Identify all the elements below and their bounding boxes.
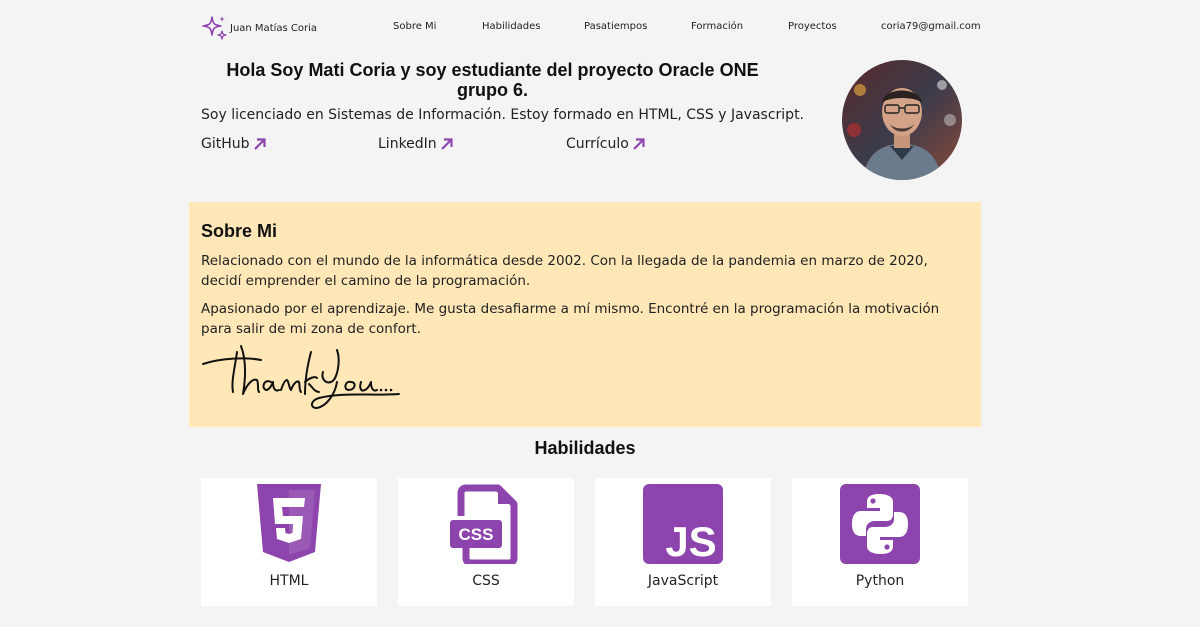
curriculo-link-label: Currículo bbox=[566, 136, 629, 152]
python-icon bbox=[840, 484, 920, 564]
brand-name: Juan Matías Coria bbox=[230, 22, 318, 34]
linkedin-link[interactable]: LinkedIn bbox=[378, 136, 454, 152]
skill-card-html[interactable]: HTML bbox=[201, 478, 377, 606]
portfolio-page: Juan Matías Coria Sobre Mi Habilidades P… bbox=[0, 0, 1200, 627]
about-paragraph-2: Apasionado por el aprendizaje. Me gusta … bbox=[201, 301, 940, 337]
skill-card-python[interactable]: Python bbox=[792, 478, 968, 606]
linkedin-link-label: LinkedIn bbox=[378, 136, 437, 152]
hero-title: Hola Soy Mati Coria y soy estudiante del… bbox=[226, 60, 759, 100]
skill-label-javascript: JavaScript bbox=[647, 573, 719, 589]
html5-icon bbox=[249, 484, 329, 564]
about-section: Sobre Mi Relacionado con el mundo de la … bbox=[189, 202, 981, 427]
skill-label-html: HTML bbox=[269, 573, 309, 589]
skill-card-css[interactable]: CSS CSS bbox=[398, 478, 574, 606]
arrow-up-right-icon bbox=[440, 137, 454, 151]
arrow-up-right-icon bbox=[253, 137, 267, 151]
arrow-up-right-icon bbox=[632, 137, 646, 151]
nav-link-email[interactable]: coria79@gmail.com bbox=[881, 21, 981, 32]
js-icon-text: JS bbox=[665, 518, 716, 564]
css-icon-text: CSS bbox=[459, 525, 494, 544]
sparkles-icon bbox=[200, 14, 228, 42]
brand[interactable]: Juan Matías Coria bbox=[200, 14, 317, 42]
nav-link-sobre-mi[interactable]: Sobre Mi bbox=[393, 21, 436, 32]
nav-link-habilidades[interactable]: Habilidades bbox=[482, 21, 541, 32]
nav-link-formacion[interactable]: Formación bbox=[691, 21, 743, 32]
skills-heading: Habilidades bbox=[534, 438, 636, 458]
skill-label-css: CSS bbox=[472, 573, 500, 589]
github-link[interactable]: GitHub bbox=[201, 136, 267, 152]
top-nav: Juan Matías Coria Sobre Mi Habilidades P… bbox=[200, 12, 981, 42]
js-icon: JS bbox=[643, 484, 723, 564]
css-file-icon: CSS bbox=[446, 484, 526, 564]
skill-card-javascript[interactable]: JS JavaScript bbox=[595, 478, 771, 606]
nav-link-pasatiempos[interactable]: Pasatiempos bbox=[584, 21, 647, 32]
profile-photo bbox=[842, 60, 962, 180]
about-heading: Sobre Mi bbox=[201, 221, 278, 241]
about-paragraph-1: Relacionado con el mundo de la informáti… bbox=[201, 253, 928, 289]
nav-link-proyectos[interactable]: Proyectos bbox=[788, 21, 837, 32]
curriculo-link[interactable]: Currículo bbox=[566, 136, 646, 152]
github-link-label: GitHub bbox=[201, 136, 250, 152]
skill-label-python: Python bbox=[855, 573, 905, 589]
thank-you-signature bbox=[201, 342, 406, 417]
hero-description: Soy licenciado en Sistemas de Informació… bbox=[201, 107, 805, 123]
